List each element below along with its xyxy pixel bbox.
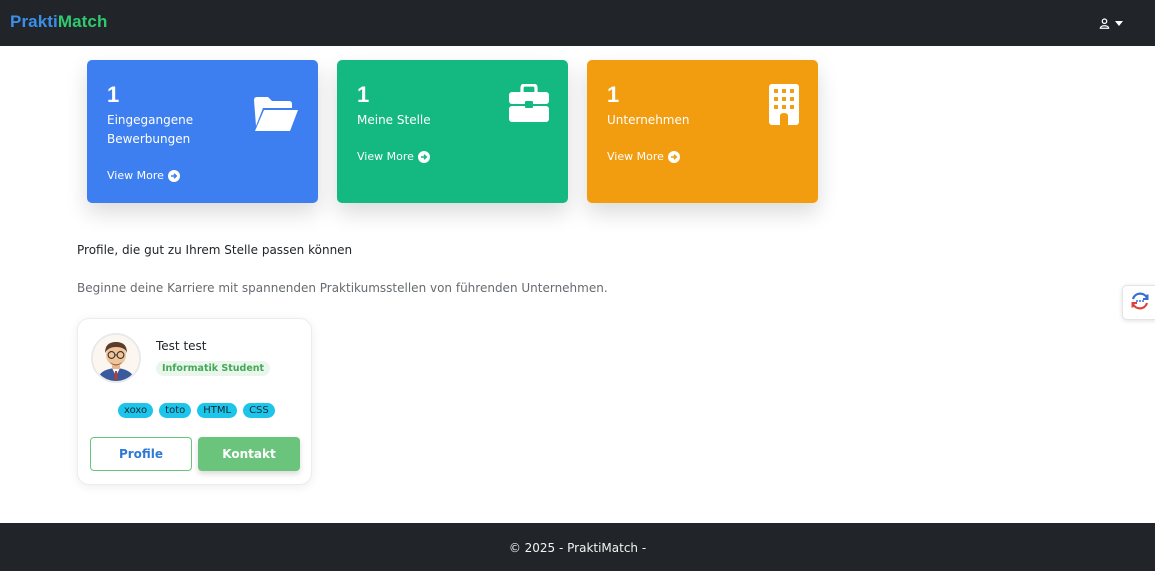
skill-tag: xoxo — [118, 403, 154, 418]
user-menu-toggle[interactable] — [1099, 15, 1129, 31]
profile-button[interactable]: Profile — [90, 437, 192, 471]
profile-role-badge: Informatik Student — [156, 361, 271, 376]
chat-widget-button[interactable] — [1122, 285, 1155, 320]
skill-tag: CSS — [243, 403, 275, 418]
view-more-label: View More — [607, 150, 664, 163]
brand-part-1: Prakti — [10, 12, 58, 31]
card-bewerbungen: 1 Eingegangene Bewerbungen View More — [87, 60, 318, 203]
section-headline: Profile, die gut zu Ihrem Stelle passen … — [77, 243, 353, 257]
chat-sync-icon — [1129, 290, 1151, 316]
arrow-circle-right-icon — [167, 169, 180, 182]
card-meine-stelle: 1 Meine Stelle View More — [337, 60, 568, 203]
arrow-circle-right-icon — [667, 150, 680, 163]
brand-part-2: Match — [57, 12, 108, 31]
footer-copyright: © 2025 - PraktiMatch - — [508, 541, 647, 555]
briefcase-icon — [509, 83, 549, 126]
user-icon — [1099, 14, 1110, 33]
footer: © 2025 - PraktiMatch - — [0, 523, 1155, 571]
card-count: 1 — [107, 82, 120, 107]
building-icon — [769, 84, 799, 129]
card-label: Unternehmen — [607, 113, 690, 127]
card-unternehmen: 1 Unternehmen View More — [587, 60, 818, 203]
profile-name: Test test — [156, 339, 207, 353]
skill-tags: xoxo toto HTML CSS — [118, 403, 275, 418]
profile-card: Test test Informatik Student xoxo toto H… — [77, 318, 312, 485]
view-more-link[interactable]: View More — [357, 150, 430, 163]
card-count: 1 — [607, 82, 620, 107]
card-count: 1 — [357, 82, 370, 107]
skill-tag: HTML — [197, 403, 238, 418]
contact-button[interactable]: Kontakt — [198, 437, 300, 471]
view-more-link[interactable]: View More — [607, 150, 680, 163]
view-more-link[interactable]: View More — [107, 169, 180, 182]
arrow-circle-right-icon — [417, 150, 430, 163]
folder-open-icon — [253, 96, 299, 136]
top-navbar: PraktiMatch — [0, 0, 1155, 46]
section-subline: Beginne deine Karriere mit spannenden Pr… — [77, 281, 608, 295]
skill-tag: toto — [159, 403, 192, 418]
avatar — [91, 333, 141, 383]
view-more-label: View More — [107, 169, 164, 182]
card-label: Eingegangene Bewerbungen — [107, 113, 194, 146]
caret-down-icon — [1115, 20, 1123, 26]
card-label: Meine Stelle — [357, 113, 431, 127]
brand-logo[interactable]: PraktiMatch — [10, 12, 107, 32]
view-more-label: View More — [357, 150, 414, 163]
